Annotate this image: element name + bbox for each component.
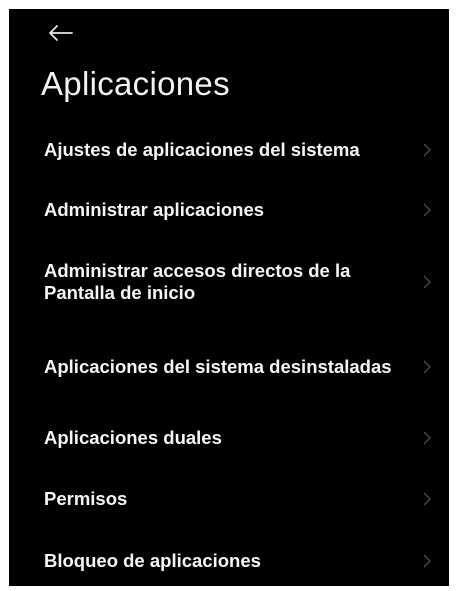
menu-item-aplicaciones-duales[interactable]: Aplicaciones duales — [9, 415, 449, 461]
menu-item-label: Administrar accesos directos de la Panta… — [44, 260, 351, 303]
chevron-right-icon — [423, 431, 431, 445]
chevron-right-icon — [423, 203, 431, 217]
menu-item-label: Administrar aplicaciones — [44, 199, 265, 220]
menu-item-accesos-directos[interactable]: Administrar accesos directos de la Panta… — [9, 254, 449, 310]
menu-item-label: Ajustes de aplicaciones del sistema — [44, 139, 360, 160]
menu-item-ajustes-sistema[interactable]: Ajustes de aplicaciones del sistema — [9, 127, 449, 173]
menu-item-apps-desinstaladas[interactable]: Aplicaciones del sistema desinstaladas — [9, 339, 449, 395]
menu-item-bloqueo-aplicaciones[interactable]: Bloqueo de aplicaciones — [9, 538, 449, 584]
menu-item-label: Bloqueo de aplicaciones — [44, 550, 261, 571]
settings-screen: Aplicaciones Ajustes de aplicaciones del… — [9, 9, 449, 586]
settings-menu: Ajustes de aplicaciones del sistema Admi… — [9, 9, 449, 586]
menu-item-label: Aplicaciones duales — [44, 427, 222, 448]
chevron-right-icon — [423, 360, 431, 374]
menu-item-administrar-aplicaciones[interactable]: Administrar aplicaciones — [9, 187, 449, 233]
menu-item-label: Aplicaciones del sistema desinstaladas — [44, 356, 392, 377]
menu-item-label: Permisos — [44, 488, 128, 509]
chevron-right-icon — [423, 492, 431, 506]
chevron-right-icon — [423, 275, 431, 289]
chevron-right-icon — [423, 143, 431, 157]
chevron-right-icon — [423, 554, 431, 568]
menu-item-permisos[interactable]: Permisos — [9, 476, 449, 522]
